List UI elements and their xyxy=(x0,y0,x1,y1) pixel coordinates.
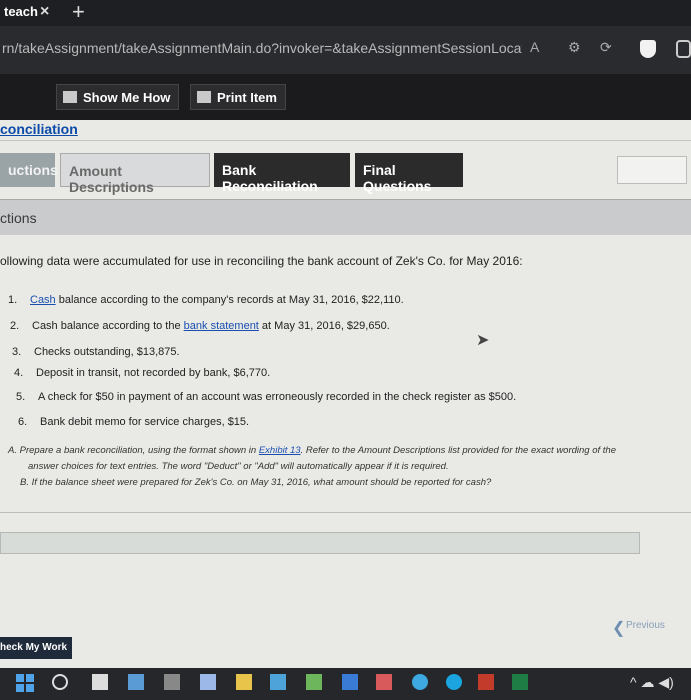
tab-bank-reconciliation[interactable]: Bank Reconciliation xyxy=(214,153,350,194)
list-item: 6. Bank debit memo for service charges, $… xyxy=(18,416,250,428)
answer-input[interactable] xyxy=(0,532,640,554)
money-app-icon[interactable] xyxy=(342,674,358,690)
windows-start-icon[interactable] xyxy=(16,674,34,692)
profile-icon[interactable] xyxy=(676,40,691,58)
list-item: 5. A check for $50 in payment of an accou… xyxy=(16,391,517,403)
excel-icon[interactable] xyxy=(512,674,528,690)
cash-link[interactable]: Cash xyxy=(30,294,56,306)
print-icon xyxy=(197,91,211,103)
print-item-label: Print Item xyxy=(217,90,277,105)
mouse-cursor-icon: ➤ xyxy=(476,332,490,349)
list-item: 2. Cash balance according to the bank sta… xyxy=(10,320,390,332)
office-icon[interactable] xyxy=(376,674,392,690)
show-me-how-button[interactable]: Show Me How xyxy=(56,84,180,110)
widgets-icon[interactable] xyxy=(128,674,144,690)
browser-tab-bar: teach × + xyxy=(0,0,691,26)
store-icon[interactable] xyxy=(270,674,286,690)
show-me-how-label: Show Me How xyxy=(83,90,171,105)
chevron-left-icon: ❮ xyxy=(612,620,626,637)
page-title[interactable]: conciliation xyxy=(0,121,78,137)
instructions: A. Prepare a bank reconciliation, using … xyxy=(8,445,616,488)
tab-instructions[interactable]: uctions xyxy=(0,153,58,187)
section-header: ctions xyxy=(0,199,691,235)
app-icon[interactable] xyxy=(306,674,322,690)
shield-icon[interactable] xyxy=(640,40,656,58)
dropbox-icon[interactable] xyxy=(200,674,216,690)
bank-statement-link[interactable]: bank statement xyxy=(184,320,259,332)
url-text[interactable]: rn/takeAssignment/takeAssignmentMain.do?… xyxy=(2,40,522,56)
powerpoint-icon[interactable] xyxy=(478,674,494,690)
previous-button[interactable]: ❮ Previous xyxy=(612,620,672,638)
edge-icon[interactable] xyxy=(412,674,428,690)
browser-icon[interactable] xyxy=(446,674,462,690)
print-item-button[interactable]: Print Item xyxy=(190,84,286,110)
divider xyxy=(0,140,691,141)
check-my-work-button[interactable]: heck My Work xyxy=(0,637,72,659)
extension-icon[interactable]: ⚙ xyxy=(568,39,581,56)
system-tray-icon[interactable]: ^ ☁ ◀) xyxy=(630,674,674,691)
app-toolbar: Show Me How Print Item xyxy=(0,74,691,120)
close-icon[interactable]: × xyxy=(40,3,49,21)
browser-tab-title: teach xyxy=(4,4,38,19)
address-bar: rn/takeAssignment/takeAssignmentMain.do?… xyxy=(0,26,691,74)
intro-text: ollowing data were accumulated for use i… xyxy=(0,254,523,268)
list-item: 1. Cash balance according to the company'… xyxy=(8,294,404,306)
chat-icon[interactable] xyxy=(164,674,180,690)
tab-amount-descriptions[interactable]: Amount Descriptions xyxy=(60,153,210,195)
task-view-icon[interactable] xyxy=(92,674,108,690)
tab-final-questions[interactable]: Final Questions xyxy=(355,153,463,194)
video-icon xyxy=(63,91,77,103)
tracking-prevention-icon[interactable]: ⟳ xyxy=(600,39,612,56)
exhibit-link[interactable]: Exhibit 13 xyxy=(259,445,301,456)
divider xyxy=(0,512,691,513)
new-tab-button[interactable]: + xyxy=(72,0,85,24)
list-item: 3. Checks outstanding, $13,875. xyxy=(12,346,180,358)
read-aloud-icon[interactable]: A xyxy=(530,39,539,55)
file-explorer-icon[interactable] xyxy=(236,674,252,690)
os-taskbar: ^ ☁ ◀) xyxy=(0,668,691,700)
tab-placeholder-box xyxy=(617,156,687,184)
search-icon[interactable] xyxy=(52,674,68,690)
list-item: 4. Deposit in transit, not recorded by ba… xyxy=(14,367,271,379)
problem-tabs: uctions Amount Descriptions Bank Reconci… xyxy=(0,153,691,195)
section-title: ctions xyxy=(0,210,37,226)
